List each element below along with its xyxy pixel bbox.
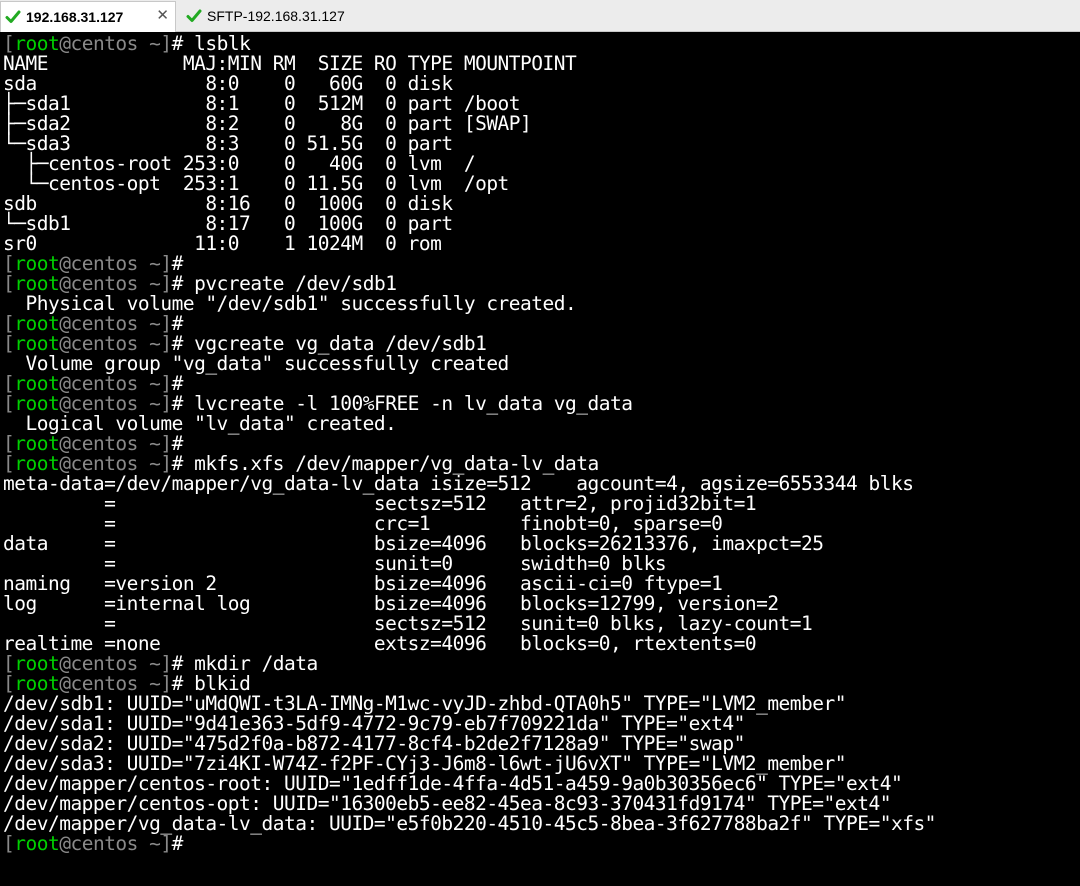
prompt-line: [root@centos ~]# pvcreate /dev/sdb1 [3,274,936,294]
prompt-symbol: # [171,832,195,855]
output-line: sdb 8:16 0 100G 0 disk [3,192,453,215]
output-line: ├─centos-root 253:0 0 40G 0 lvm / [3,152,476,175]
prompt-line: [root@centos ~]# [3,434,936,454]
terminal-lines: [root@centos ~]# lsblk NAME MAJ:MIN RM SI… [3,34,936,854]
output-line: └─sda3 8:3 0 51.5G 0 part [3,132,453,155]
prompt-line: [root@centos ~]# [3,314,936,334]
output-line: = sunit=0 swidth=0 blks [3,552,667,575]
prompt-line: [root@centos ~]# lsblk [3,34,936,54]
prompt-bracket: [ [3,832,15,855]
output-line: /dev/mapper/centos-opt: UUID="16300eb5-e… [3,792,891,815]
check-icon [5,10,21,23]
tab-bar: 192.168.31.127 ✕ SFTP-192.168.31.127 [0,0,1080,32]
output-line: /dev/mapper/centos-root: UUID="1edff1de-… [3,772,903,795]
output-line: ├─sda1 8:1 0 512M 0 part /boot [3,92,521,115]
output-line: └─sdb1 8:17 0 100G 0 part [3,212,453,235]
output-line: data = bsize=4096 blocks=26213376, imaxp… [3,532,824,555]
prompt-line: [root@centos ~]# mkdir /data [3,654,936,674]
prompt-line: [root@centos ~]# [3,834,936,854]
output-line: /dev/sda1: UUID="9d41e363-5df9-4772-9c79… [3,712,745,735]
output-line: /dev/sda2: UUID="475d2f0a-b872-4177-8cf4… [3,732,745,755]
output-line: ├─sda2 8:2 0 8G 0 part [SWAP] [3,112,532,135]
prompt-line: [root@centos ~]# blkid [3,674,936,694]
prompt-line: [root@centos ~]# vgcreate vg_data /dev/s… [3,334,936,354]
output-line: log =internal log bsize=4096 blocks=1279… [3,592,779,615]
prompt-host: centos ~] [70,832,172,855]
output-line: Physical volume "/dev/sdb1" successfully… [3,292,577,315]
output-line: Logical volume "lv_data" created. [3,412,397,435]
close-icon[interactable]: ✕ [156,8,169,24]
tab-ssh-session[interactable]: 192.168.31.127 ✕ [0,1,176,32]
output-line: = sectsz=512 attr=2, projid32bit=1 [3,492,757,515]
output-line: meta-data=/dev/mapper/vg_data-lv_data is… [3,472,914,495]
prompt-line: [root@centos ~]# lvcreate -l 100%FREE -n… [3,394,936,414]
output-line: /dev/mapper/vg_data-lv_data: UUID="e5f0b… [3,812,936,835]
output-line: /dev/sda3: UUID="7zi4KI-W74Z-f2PF-CYj3-J… [3,752,846,775]
output-line: = sectsz=512 sunit=0 blks, lazy-count=1 [3,612,813,635]
output-line: realtime =none extsz=4096 blocks=0, rtex… [3,632,757,655]
output-line: sda 8:0 0 60G 0 disk [3,72,453,95]
prompt-at: @ [59,832,71,855]
tab-sftp-session[interactable]: SFTP-192.168.31.127 [182,1,372,30]
output-line: └─centos-opt 253:1 0 11.5G 0 lvm /opt [3,172,509,195]
prompt-line: [root@centos ~]# mkfs.xfs /dev/mapper/vg… [3,454,936,474]
prompt-line: [root@centos ~]# [3,254,936,274]
output-line: NAME MAJ:MIN RM SIZE RO TYPE MOUNTPOINT [3,52,577,75]
output-line: /dev/sdb1: UUID="uMdQWI-t3LA-IMNg-M1wc-v… [3,692,846,715]
output-line: sr0 11:0 1 1024M 0 rom [3,232,442,255]
check-icon [186,9,202,22]
output-line: Volume group "vg_data" successfully crea… [3,352,509,375]
tab-label: SFTP-192.168.31.127 [207,7,345,24]
output-line: naming =version 2 bsize=4096 ascii-ci=0 … [3,572,723,595]
prompt-user: root [14,832,60,855]
tab-label: 192.168.31.127 [26,9,124,25]
prompt-line: [root@centos ~]# [3,374,936,394]
output-line: = crc=1 finobt=0, sparse=0 [3,512,723,535]
terminal-output[interactable]: [root@centos ~]# lsblk NAME MAJ:MIN RM SI… [0,34,1080,886]
